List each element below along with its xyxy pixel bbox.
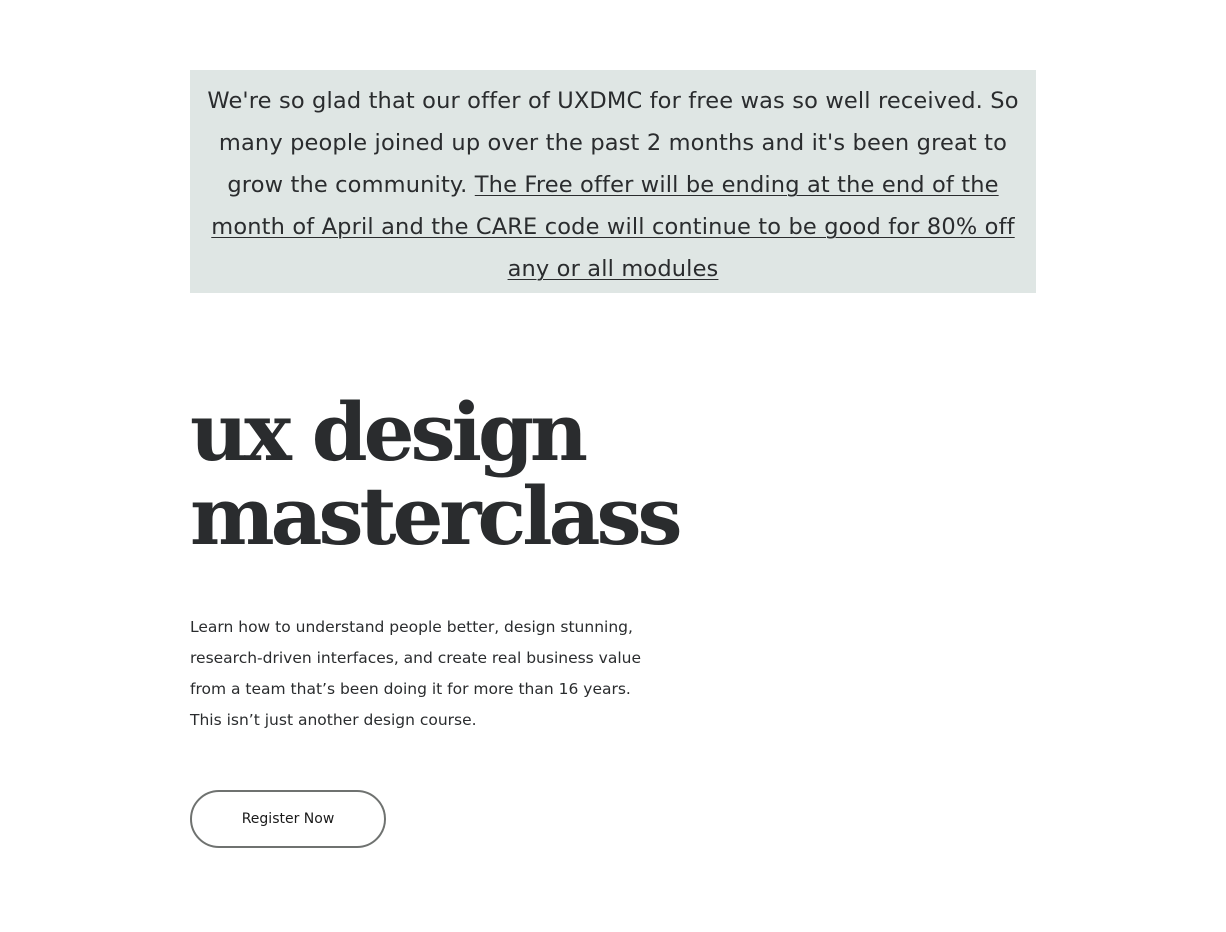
hero-description: Learn how to understand people better, d… [190, 612, 670, 736]
page-title: ux design masterclass [190, 390, 810, 558]
register-now-button[interactable]: Register Now [190, 790, 386, 848]
hero-description-line: This isn’t just another design course. [190, 711, 477, 729]
page-title-line-2: masterclass [190, 469, 683, 563]
hero-description-line: Learn how to understand people better, d… [190, 618, 633, 636]
page-title-line-1: ux design [190, 385, 588, 479]
hero-description-line: research-driven interfaces, and create r… [190, 649, 642, 667]
hero-description-line: from a team that’s been doing it for mor… [190, 680, 631, 698]
announcement-banner: We're so glad that our offer of UXDMC fo… [190, 70, 1036, 293]
